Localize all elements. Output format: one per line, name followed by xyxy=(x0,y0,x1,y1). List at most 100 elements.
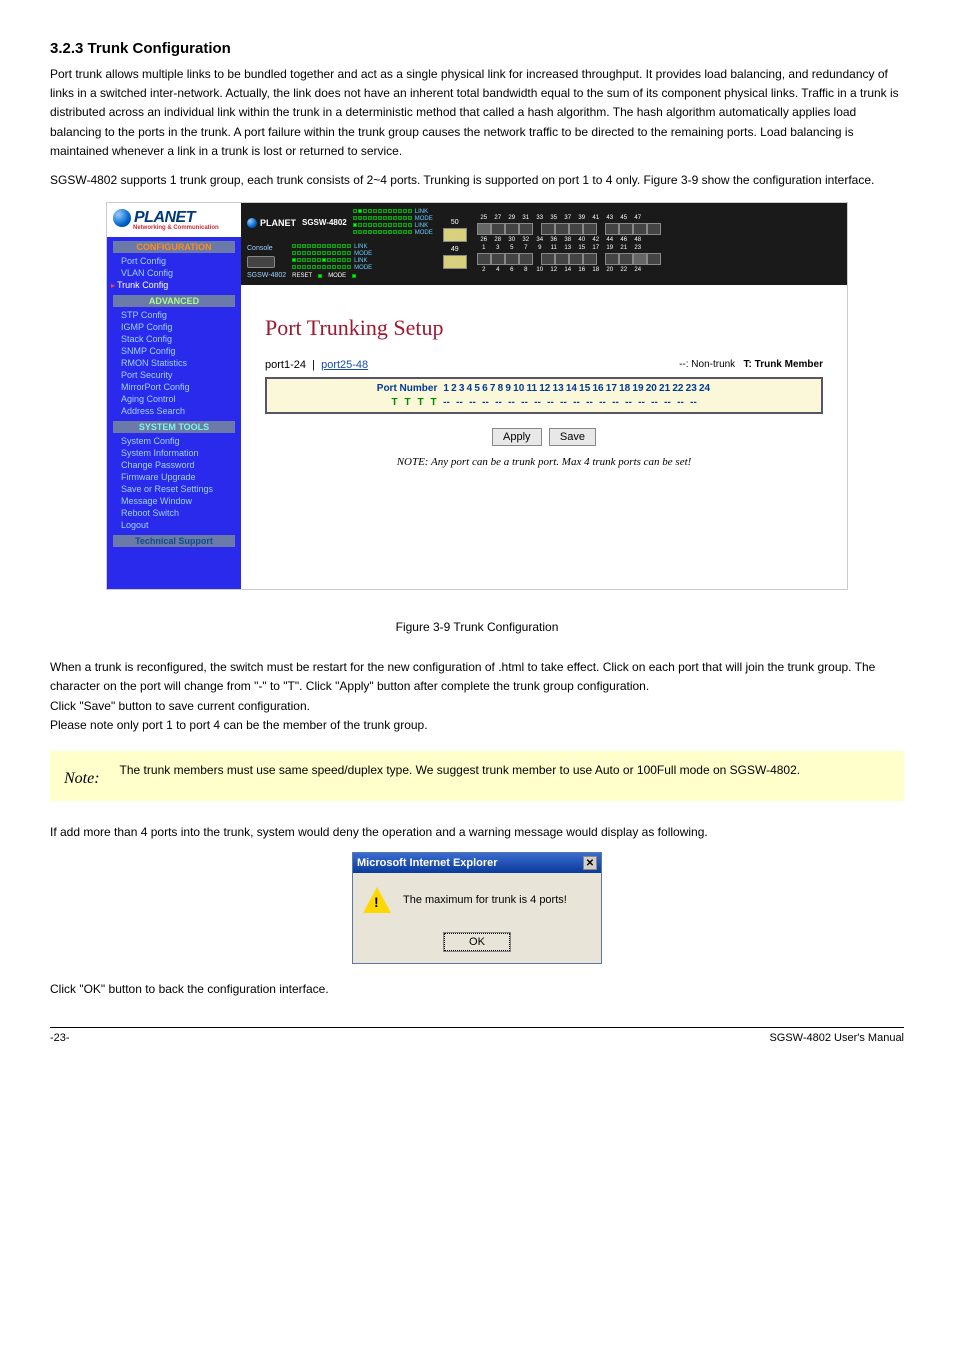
legend: --: Non-trunk T: Trunk Member xyxy=(679,359,823,371)
port-state-5[interactable]: -- xyxy=(440,397,453,408)
port-col-24: 24 xyxy=(699,383,710,394)
sidebar-item-port-security[interactable]: Port Security xyxy=(107,369,241,381)
port-col-12: 12 xyxy=(539,383,550,394)
port-col-11: 11 xyxy=(526,383,537,394)
port-state-14[interactable]: -- xyxy=(557,397,570,408)
nav-header-support[interactable]: Technical Support xyxy=(113,535,235,547)
device-logo: PLANET xyxy=(247,218,296,228)
port-col-13: 13 xyxy=(553,383,564,394)
port-col-1: 1 xyxy=(443,383,449,394)
console-label: Console xyxy=(247,245,286,252)
sidebar-item-change-password[interactable]: Change Password xyxy=(107,459,241,471)
reset-led-icon xyxy=(318,274,322,278)
sidebar-item-port-config[interactable]: Port Config xyxy=(107,255,241,267)
sfp-port-icon: ▭ xyxy=(443,228,467,242)
port-state-2[interactable]: T xyxy=(401,397,414,408)
port-state-20[interactable]: -- xyxy=(635,397,648,408)
sidebar-item-igmp[interactable]: IGMP Config xyxy=(107,321,241,333)
console-port-icon xyxy=(247,256,275,268)
alert-dialog: Microsoft Internet Explorer ✕ The maximu… xyxy=(352,852,602,964)
manual-title: SGSW-4802 User's Manual xyxy=(769,1032,904,1044)
sidebar-item-system-info[interactable]: System Information xyxy=(107,447,241,459)
ok-button[interactable]: OK xyxy=(444,933,510,951)
sidebar-item-stp[interactable]: STP Config xyxy=(107,309,241,321)
port-col-15: 15 xyxy=(579,383,590,394)
page-title: Port Trunking Setup xyxy=(265,315,823,341)
port-col-18: 18 xyxy=(619,383,630,394)
port-state-23[interactable]: -- xyxy=(674,397,687,408)
port-state-13[interactable]: -- xyxy=(544,397,557,408)
logo: PLANET Networking & Communication xyxy=(107,203,241,237)
warning-icon xyxy=(363,887,391,913)
apply-button[interactable]: Apply xyxy=(492,428,542,446)
page-number: -23- xyxy=(50,1032,70,1044)
sidebar-item-rmon[interactable]: RMON Statistics xyxy=(107,357,241,369)
sidebar-item-message-window[interactable]: Message Window xyxy=(107,495,241,507)
port-state-17[interactable]: -- xyxy=(596,397,609,408)
save-button[interactable]: Save xyxy=(549,428,596,446)
model-sub-label: SGSW-4802 xyxy=(247,272,286,279)
port-col-7: 7 xyxy=(490,383,496,394)
sidebar-item-save-reset[interactable]: Save or Reset Settings xyxy=(107,483,241,495)
port-col-9: 9 xyxy=(505,383,511,394)
port-state-11[interactable]: -- xyxy=(518,397,531,408)
port-state-3[interactable]: T xyxy=(414,397,427,408)
port-col-3: 3 xyxy=(459,383,465,394)
nav-header-system-tools: SYSTEM TOOLS xyxy=(113,421,235,433)
port-state-4[interactable]: T xyxy=(427,397,440,408)
port-number-header: Port Number xyxy=(377,383,438,394)
port-state-21[interactable]: -- xyxy=(648,397,661,408)
dialog-posttext: Click "OK" button to back the configurat… xyxy=(50,980,904,999)
planet-globe-icon xyxy=(113,209,131,227)
port-state-19[interactable]: -- xyxy=(622,397,635,408)
port-state-9[interactable]: -- xyxy=(492,397,505,408)
nav-header-advanced: ADVANCED xyxy=(113,295,235,307)
port-state-6[interactable]: -- xyxy=(453,397,466,408)
port-state-1[interactable]: T xyxy=(388,397,401,408)
port-col-17: 17 xyxy=(606,383,617,394)
port-col-21: 21 xyxy=(659,383,670,394)
mode-label: MODE xyxy=(328,273,346,279)
port-state-16[interactable]: -- xyxy=(583,397,596,408)
port-state-12[interactable]: -- xyxy=(531,397,544,408)
port-range-25-48-link[interactable]: port25-48 xyxy=(321,359,368,371)
sidebar-item-mirrorport[interactable]: MirrorPort Config xyxy=(107,381,241,393)
sidebar-item-system-config[interactable]: System Config xyxy=(107,435,241,447)
app-window: PLANET Networking & Communication CONFIG… xyxy=(106,202,848,590)
footer-rule xyxy=(50,1027,904,1028)
sidebar-item-logout[interactable]: Logout xyxy=(107,519,241,531)
led-block-bottom: LINK MODE LINK MODE xyxy=(292,244,372,271)
port-state-7[interactable]: -- xyxy=(466,397,479,408)
port-col-10: 10 xyxy=(513,383,524,394)
sidebar-item-address-search[interactable]: Address Search xyxy=(107,405,241,417)
port-col-16: 16 xyxy=(592,383,603,394)
port-state-22[interactable]: -- xyxy=(661,397,674,408)
uplink-50: 50 ▭ xyxy=(443,219,467,242)
sidebar-item-vlan-config[interactable]: VLAN Config xyxy=(107,267,241,279)
port-col-23: 23 xyxy=(686,383,697,394)
device-model: SGSW-4802 xyxy=(302,218,347,227)
close-icon[interactable]: ✕ xyxy=(583,856,597,870)
port-state-24[interactable]: -- xyxy=(687,397,700,408)
dialog-title: Microsoft Internet Explorer xyxy=(357,857,498,869)
sidebar-item-trunk-config[interactable]: Trunk Config xyxy=(107,279,241,291)
body-text: When a trunk is reconfigured, the switch… xyxy=(50,658,904,735)
main-content: PLANET SGSW-4802 LINK MODE LINK MODE xyxy=(241,203,847,589)
sidebar-item-reboot[interactable]: Reboot Switch xyxy=(107,507,241,519)
dialog-message: The maximum for trunk is 4 ports! xyxy=(403,894,567,906)
sidebar-item-stack[interactable]: Stack Config xyxy=(107,333,241,345)
port-state-10[interactable]: -- xyxy=(505,397,518,408)
port-col-6: 6 xyxy=(482,383,488,394)
port-col-4: 4 xyxy=(467,383,473,394)
sidebar-item-firmware[interactable]: Firmware Upgrade xyxy=(107,471,241,483)
port-state-8[interactable]: -- xyxy=(479,397,492,408)
device-panel: PLANET SGSW-4802 LINK MODE LINK MODE xyxy=(241,203,847,285)
port-state-18[interactable]: -- xyxy=(609,397,622,408)
sidebar-item-snmp[interactable]: SNMP Config xyxy=(107,345,241,357)
section-paragraph-1: Port trunk allows multiple links to be b… xyxy=(50,65,904,161)
port-col-8: 8 xyxy=(498,383,504,394)
port-state-15[interactable]: -- xyxy=(570,397,583,408)
port-col-22: 22 xyxy=(672,383,683,394)
sidebar-item-aging[interactable]: Aging Control xyxy=(107,393,241,405)
port-grid: 252729313335373941434547 262830323436384… xyxy=(477,215,661,273)
